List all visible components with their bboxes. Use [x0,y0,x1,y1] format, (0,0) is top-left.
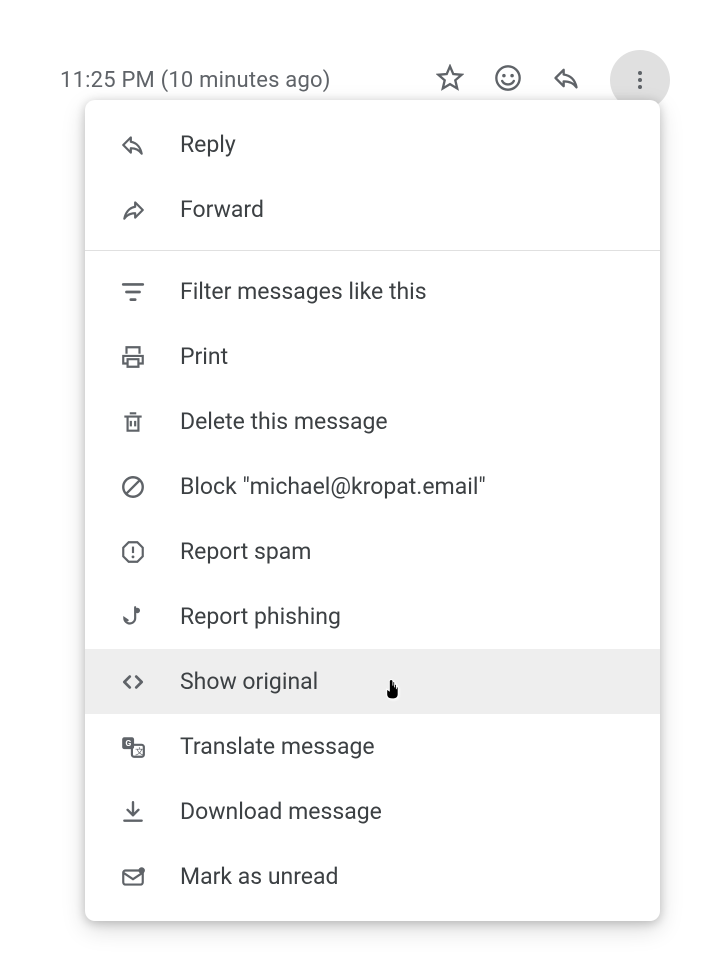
menu-label: Translate message [180,733,375,760]
mark-unread-icon [120,864,146,890]
menu-label: Show original [180,668,318,695]
menu-item-forward[interactable]: Forward [85,177,660,242]
menu-item-reply[interactable]: Reply [85,112,660,177]
star-icon[interactable] [436,64,464,96]
spam-icon [120,539,146,565]
code-icon [120,669,146,695]
emoji-icon[interactable] [494,64,522,96]
menu-label: Block "michael@kropat.email" [180,473,486,500]
phishing-hook-icon [120,604,146,630]
menu-label: Report phishing [180,603,341,630]
menu-label: Delete this message [180,408,388,435]
menu-item-phishing[interactable]: Report phishing [85,584,660,649]
menu-label: Filter messages like this [180,278,427,305]
menu-item-spam[interactable]: Report spam [85,519,660,584]
menu-item-mark-unread[interactable]: Mark as unread [85,844,660,909]
filter-icon [120,279,146,305]
svg-text:G: G [125,738,131,748]
print-icon [120,344,146,370]
svg-text:文: 文 [135,745,144,757]
menu-label: Mark as unread [180,863,338,890]
more-menu: Reply Forward Filter messages like this … [85,100,660,921]
menu-divider [85,250,660,251]
menu-label: Forward [180,196,264,223]
menu-label: Print [180,343,228,370]
download-icon [120,799,146,825]
trash-icon [120,409,146,435]
reply-icon[interactable] [552,64,580,96]
reply-arrow-icon [120,132,146,158]
menu-item-print[interactable]: Print [85,324,660,389]
menu-item-delete[interactable]: Delete this message [85,389,660,454]
menu-label: Report spam [180,538,311,565]
menu-item-translate[interactable]: G文 Translate message [85,714,660,779]
menu-item-download[interactable]: Download message [85,779,660,844]
timestamp-label: 11:25 PM (10 minutes ago) [60,68,331,93]
menu-label: Reply [180,131,236,158]
menu-label: Download message [180,798,382,825]
menu-item-show-original[interactable]: Show original [85,649,660,714]
translate-icon: G文 [120,734,146,760]
menu-item-block[interactable]: Block "michael@kropat.email" [85,454,660,519]
block-icon [120,474,146,500]
forward-arrow-icon [120,197,146,223]
menu-item-filter[interactable]: Filter messages like this [85,259,660,324]
